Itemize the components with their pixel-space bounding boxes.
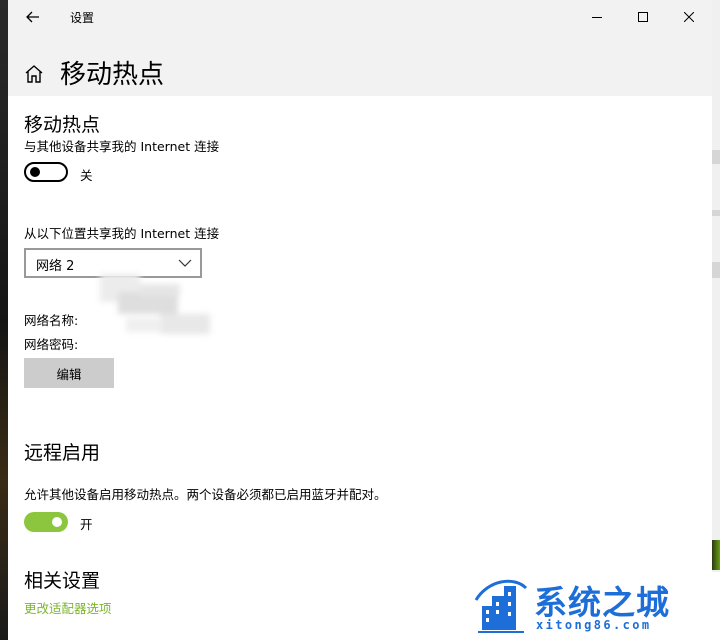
connection-dropdown-value: 网络 2 bbox=[36, 259, 75, 274]
remote-description: 允许其他设备启用移动热点。两个设备必须都已启用蓝牙并配对。 bbox=[24, 487, 387, 502]
related-settings-heading: 相关设置 bbox=[24, 570, 101, 592]
back-button[interactable] bbox=[22, 6, 44, 28]
share-connection-label: 与其他设备共享我的 Internet 连接 bbox=[24, 139, 220, 154]
toggle-knob bbox=[30, 167, 40, 177]
share-from-label: 从以下位置共享我的 Internet 连接 bbox=[24, 226, 220, 241]
close-button[interactable] bbox=[666, 0, 712, 34]
settings-content: 移动热点 与其他设备共享我的 Internet 连接 关 从以下位置共享我的 I… bbox=[8, 96, 712, 640]
remote-toggle[interactable] bbox=[24, 512, 68, 532]
title-bar: 设置 bbox=[8, 0, 712, 34]
minimize-button[interactable] bbox=[574, 0, 620, 34]
maximize-button[interactable] bbox=[620, 0, 666, 34]
redacted-credentials bbox=[100, 274, 210, 352]
maximize-icon bbox=[638, 12, 648, 22]
hotspot-heading: 移动热点 bbox=[24, 114, 101, 136]
desktop-background-left bbox=[0, 0, 8, 640]
edit-button[interactable]: 编辑 bbox=[24, 358, 114, 388]
watermark-url: xitong86.com bbox=[536, 618, 652, 632]
hotspot-toggle[interactable] bbox=[24, 162, 68, 182]
remote-heading: 远程启用 bbox=[24, 442, 101, 464]
back-arrow-icon bbox=[26, 11, 39, 23]
watermark-title: 系统之城 bbox=[534, 583, 670, 622]
background-window-edge bbox=[712, 0, 720, 640]
toggle-knob bbox=[52, 517, 62, 527]
remote-toggle-state: 开 bbox=[80, 517, 93, 532]
network-name-label: 网络名称: bbox=[24, 313, 79, 328]
app-title: 设置 bbox=[70, 11, 95, 25]
home-icon[interactable] bbox=[22, 62, 46, 86]
watermark: 系统之城 xitong86.com bbox=[460, 572, 720, 640]
building-logo-icon bbox=[474, 579, 528, 633]
page-title: 移动热点 bbox=[60, 60, 165, 90]
close-icon bbox=[684, 12, 694, 22]
network-password-label: 网络密码: bbox=[24, 337, 79, 352]
chevron-down-icon bbox=[178, 259, 192, 267]
minimize-icon bbox=[592, 17, 602, 18]
hotspot-toggle-state: 关 bbox=[80, 168, 93, 183]
settings-window: 设置 移动热点 移动热点 与其他设备共享我的 Internet 连接 关 从以下… bbox=[8, 0, 712, 640]
change-adapter-options-link[interactable]: 更改适配器选项 bbox=[24, 598, 112, 617]
